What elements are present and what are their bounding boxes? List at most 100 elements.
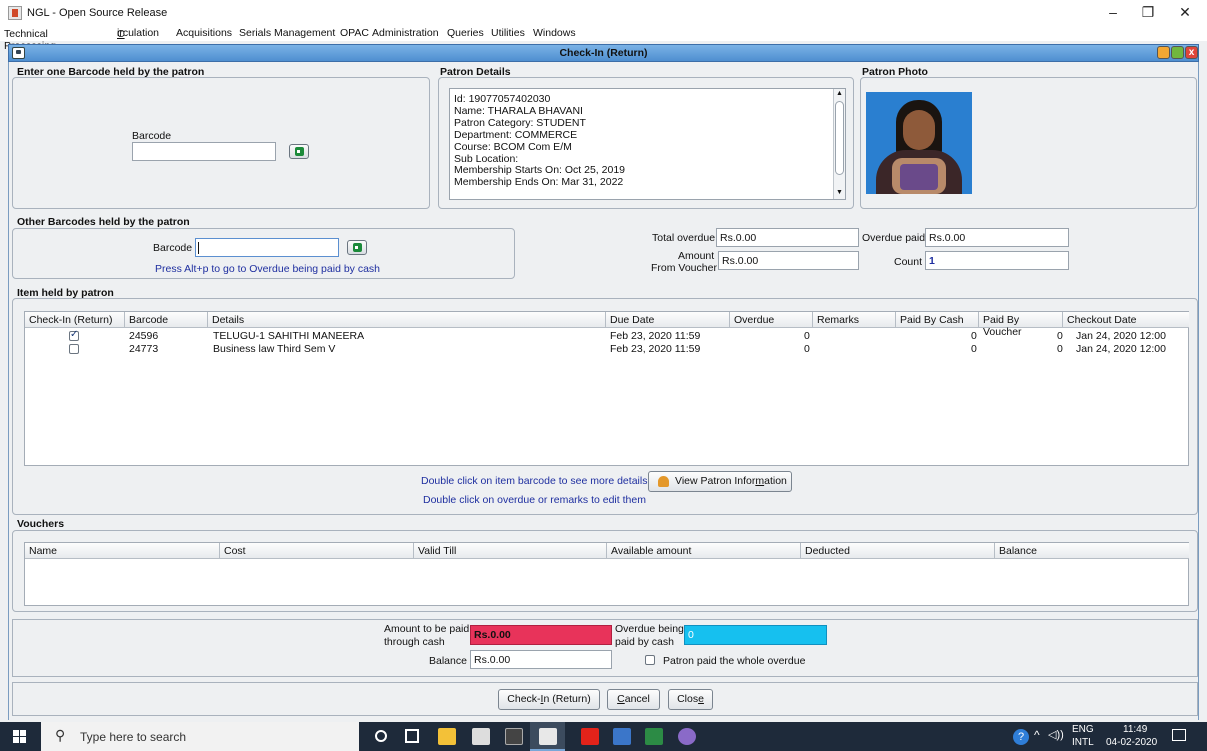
overdue-paid-field[interactable]: Rs.0.00 <box>925 228 1069 247</box>
frame-title-bar: Check-In (Return) x <box>8 44 1199 62</box>
col-voucher-deducted[interactable]: Deducted <box>801 543 995 559</box>
row-checkbox[interactable] <box>69 344 79 354</box>
other-barcode-go-button[interactable] <box>347 240 367 255</box>
menu-queries[interactable]: Queries <box>447 27 484 39</box>
vouchers-table[interactable]: Name Cost Valid Till Available amount De… <box>24 542 1189 606</box>
row-overdue[interactable]: 0 <box>804 330 810 342</box>
items-table[interactable]: Check-In (Return) Barcode Details Due Da… <box>24 311 1189 466</box>
barcode-input[interactable] <box>132 142 276 161</box>
patron-details-scrollbar[interactable]: ▲ ▼ <box>833 89 845 199</box>
menu-acquisitions[interactable]: Acquisitions <box>176 27 232 39</box>
chevron-up-icon[interactable]: ^ <box>1034 728 1040 742</box>
window-title-bar: NGL - Open Source Release – ❐ ✕ <box>0 0 1207 26</box>
windows-start-icon[interactable] <box>13 730 27 743</box>
barcode-go-button[interactable] <box>289 144 309 159</box>
row-checkout-date: Jan 24, 2020 12:00 <box>1076 330 1166 342</box>
balance-field[interactable]: Rs.0.00 <box>470 650 612 669</box>
check-in-button[interactable]: Check-In (Return) <box>498 689 600 710</box>
task-view-icon[interactable] <box>405 729 419 743</box>
row-barcode[interactable]: 24773 <box>129 343 158 355</box>
java-app-icon <box>8 6 22 20</box>
language-intl[interactable]: INTL <box>1072 737 1094 748</box>
help-icon[interactable]: ? <box>1013 729 1029 745</box>
frame-minimize-icon[interactable] <box>1157 46 1170 59</box>
col-checkout-date[interactable]: Checkout Date <box>1063 312 1189 328</box>
col-remarks[interactable]: Remarks <box>813 312 896 328</box>
paint-icon[interactable] <box>678 728 696 745</box>
total-overdue-field[interactable]: Rs.0.00 <box>716 228 859 247</box>
row-checkbox[interactable]: ✓ <box>69 329 79 341</box>
col-details[interactable]: Details <box>208 312 606 328</box>
scroll-up-icon[interactable]: ▲ <box>836 90 843 97</box>
row-paid-cash: 0 <box>971 330 977 342</box>
terminal-icon[interactable] <box>505 728 523 745</box>
view-patron-info-button[interactable]: View Patron Information <box>648 471 792 492</box>
taskbar-search-box[interactable]: ⚲ Type here to search <box>41 722 359 751</box>
col-paid-by-cash[interactable]: Paid By Cash <box>896 312 979 328</box>
row-overdue[interactable]: 0 <box>804 343 810 355</box>
language-eng[interactable]: ENG <box>1072 724 1094 735</box>
cancel-button[interactable]: Cancel <box>607 689 660 710</box>
close-window-button[interactable]: ✕ <box>1170 2 1200 22</box>
speaker-icon[interactable]: ◁)) <box>1048 728 1064 741</box>
col-voucher-name[interactable]: Name <box>25 543 220 559</box>
menu-windows[interactable]: Windows <box>533 27 576 39</box>
patron-category: Patron Category: STUDENT <box>454 116 586 129</box>
col-barcode[interactable]: Barcode <box>125 312 208 328</box>
other-barcodes-heading: Other Barcodes held by the patron <box>17 216 190 228</box>
table-row[interactable]: ✓ 24596 TELUGU-1 SAHITHI MANEERA Feb 23,… <box>25 329 1188 343</box>
patron-details-textarea[interactable]: Id: 19077057402030 Name: THARALA BHAVANI… <box>449 88 846 200</box>
amount-paid-field[interactable]: Rs.0.00 <box>718 251 859 270</box>
count-label: Count <box>894 256 923 268</box>
other-barcode-label: Barcode <box>153 242 193 254</box>
acrobat-icon[interactable] <box>581 728 599 745</box>
col-paid-by-voucher[interactable]: Paid By Voucher <box>979 312 1063 338</box>
amount-to-pay-field: Rs.0.00 <box>470 625 612 645</box>
text-caret <box>198 242 199 254</box>
arrow-right-icon <box>353 243 362 252</box>
file-explorer-icon[interactable] <box>438 728 456 745</box>
cortana-icon[interactable] <box>375 730 387 742</box>
clock-time[interactable]: 11:49 <box>1123 724 1147 735</box>
menu-administration[interactable]: Administration <box>372 27 439 39</box>
col-voucher-balance[interactable]: Balance <box>995 543 1189 559</box>
publisher-icon[interactable] <box>613 728 631 745</box>
menu-circulation[interactable]: Circulation <box>117 27 159 40</box>
count-field[interactable]: 1 <box>925 251 1069 270</box>
java-taskbar-app[interactable] <box>530 722 565 751</box>
frame-close-icon[interactable]: x <box>1185 46 1198 59</box>
row-barcode[interactable]: 24596 <box>129 330 158 342</box>
membership-end: Membership Ends On: Mar 31, 2022 <box>454 176 624 189</box>
minimize-button[interactable]: – <box>1098 2 1128 22</box>
row-paid-cash: 0 <box>971 343 977 355</box>
col-voucher-valid-till[interactable]: Valid Till <box>414 543 607 559</box>
menu-opac[interactable]: OPAC <box>340 27 369 39</box>
col-overdue[interactable]: Overdue <box>730 312 813 328</box>
maximize-button[interactable]: ❐ <box>1133 2 1163 22</box>
store-icon[interactable] <box>472 728 490 745</box>
notifications-icon[interactable] <box>1172 729 1186 741</box>
menu-utilities[interactable]: Utilities <box>491 27 525 39</box>
menu-serials-management[interactable]: Serials Management <box>239 27 335 39</box>
col-voucher-available[interactable]: Available amount <box>607 543 801 559</box>
row-paid-voucher: 0 <box>1057 330 1063 342</box>
col-voucher-cost[interactable]: Cost <box>220 543 414 559</box>
overdue-by-cash-field[interactable]: 0 <box>684 625 827 645</box>
row-due-date: Feb 23, 2020 11:59 <box>610 330 701 342</box>
search-placeholder: Type here to search <box>80 730 187 744</box>
clock-date[interactable]: 04-02-2020 <box>1106 737 1157 748</box>
barcode-details-hint: Double click on item barcode to see more… <box>421 475 648 487</box>
scrollbar-thumb[interactable] <box>835 101 844 175</box>
other-barcode-input[interactable] <box>195 238 339 257</box>
close-button[interactable]: Close <box>668 689 713 710</box>
through-cash-label: through cash <box>384 636 445 648</box>
table-row[interactable]: 24773 Business law Third Sem V Feb 23, 2… <box>25 343 1188 356</box>
whole-overdue-checkbox[interactable] <box>645 655 655 665</box>
whole-overdue-label: Patron paid the whole overdue <box>663 655 806 667</box>
scroll-down-icon[interactable]: ▼ <box>836 189 843 196</box>
frame-maximize-icon[interactable] <box>1171 46 1184 59</box>
user-icon <box>658 476 669 487</box>
excel-icon[interactable] <box>645 728 663 745</box>
col-due-date[interactable]: Due Date <box>606 312 730 328</box>
col-check-in[interactable]: Check-In (Return) <box>25 312 125 328</box>
